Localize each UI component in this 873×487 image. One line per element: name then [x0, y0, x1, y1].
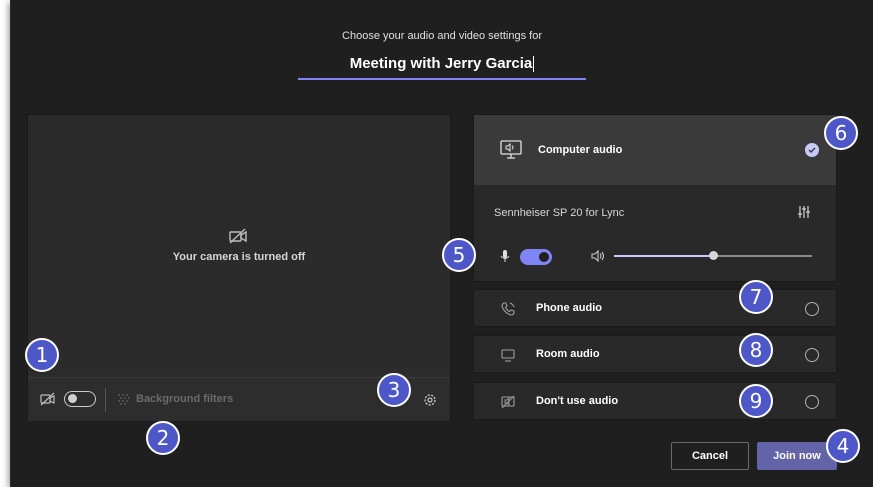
meeting-name-field[interactable]: Meeting with Jerry Garcia [298, 48, 586, 80]
room-audio-option[interactable]: Room audio [473, 335, 837, 373]
callout-5: 5 [442, 238, 476, 272]
device-settings-icon[interactable] [797, 205, 811, 219]
phone-audio-option[interactable]: Phone audio [473, 289, 837, 327]
volume-slider-fill [614, 255, 713, 257]
callout-2: 2 [146, 421, 180, 455]
volume-slider[interactable] [614, 251, 812, 260]
camera-toggle[interactable] [64, 391, 96, 407]
text-caret [533, 56, 535, 73]
camera-status-text: Your camera is turned off [172, 251, 306, 263]
computer-audio-option[interactable]: Computer audio Sennheiser SP 20 for Lync [473, 114, 837, 282]
callout-3: 3 [377, 373, 411, 407]
microphone-icon [500, 250, 510, 262]
audio-device-name[interactable]: Sennheiser SP 20 for Lync [494, 207, 624, 219]
callout-8: 8 [739, 333, 773, 367]
callout-9: 9 [739, 384, 773, 418]
pre-join-window: Choose your audio and video settings for… [10, 0, 873, 487]
computer-audio-label: Computer audio [538, 144, 623, 156]
background-filters-button[interactable]: Background filters [136, 393, 233, 405]
camera-off-icon [40, 392, 55, 406]
room-audio-label: Room audio [536, 348, 600, 360]
callout-4: 4 [826, 429, 860, 463]
no-audio-label: Don't use audio [536, 395, 619, 407]
no-audio-option[interactable]: Don't use audio [473, 382, 837, 420]
settings-subtitle: Choose your audio and video settings for [342, 30, 542, 42]
monitor-icon [501, 349, 515, 362]
computer-audio-icon [500, 140, 522, 159]
computer-audio-header[interactable]: Computer audio [474, 115, 836, 185]
speaker-icon [591, 249, 605, 263]
callout-6: 6 [824, 116, 858, 150]
gear-icon[interactable] [422, 392, 438, 408]
phone-audio-label: Phone audio [536, 302, 602, 314]
video-preview: Your camera is turned off [28, 115, 450, 375]
camera-off-icon [229, 228, 247, 244]
speaker-off-icon [501, 395, 515, 409]
callout-1: 1 [25, 338, 59, 372]
phone-icon [501, 302, 515, 316]
toolbar-divider [105, 388, 106, 412]
phone-audio-radio[interactable] [805, 302, 819, 316]
meeting-name-text: Meeting with Jerry Garcia [349, 55, 533, 72]
background-filters-icon [118, 394, 130, 405]
cancel-button[interactable]: Cancel [671, 442, 749, 470]
join-now-button[interactable]: Join now [757, 442, 837, 470]
no-audio-radio[interactable] [805, 395, 819, 409]
toggle-knob [539, 252, 549, 262]
volume-slider-thumb[interactable] [709, 251, 718, 260]
toggle-knob [68, 394, 77, 403]
microphone-toggle[interactable] [520, 249, 552, 265]
callout-7: 7 [739, 280, 773, 314]
selected-check-icon [805, 143, 819, 157]
room-audio-radio[interactable] [805, 348, 819, 362]
